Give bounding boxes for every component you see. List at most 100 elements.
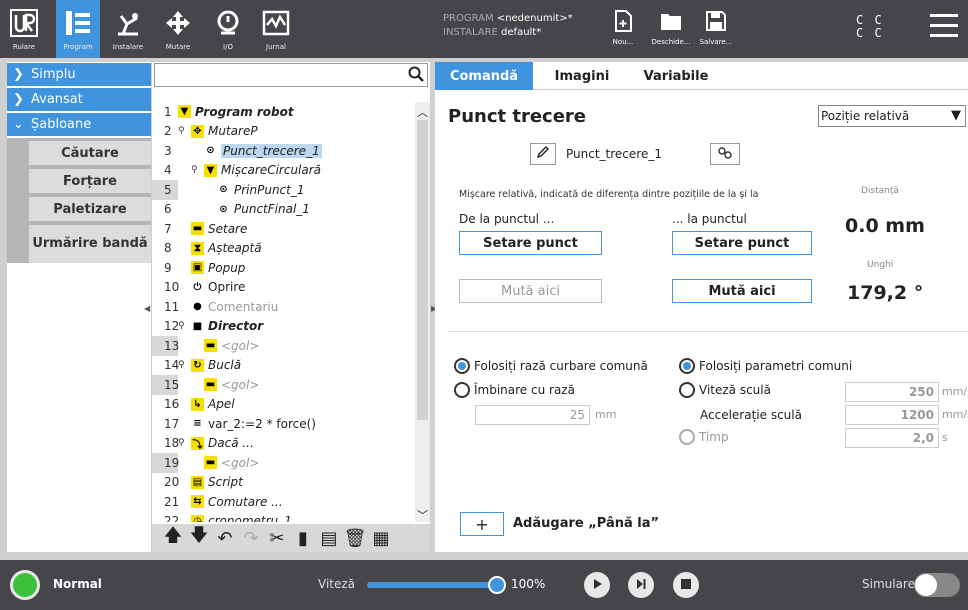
play-button[interactable]	[584, 572, 610, 598]
tree-row[interactable]: 12 ⚲ ■ Director	[152, 317, 415, 337]
tree-row[interactable]: 5 ⊙ PrinPunct_1	[152, 180, 415, 200]
template-conveyor-tracking[interactable]: Urmărire bandă	[29, 225, 151, 263]
waypoint-mode-select[interactable]: Poziție relativă ▼	[818, 105, 966, 127]
open-button[interactable]: Deschide...	[648, 4, 694, 54]
play-icon	[591, 578, 603, 593]
cut-icon[interactable]: ✂	[264, 526, 290, 550]
category-advanced[interactable]: ❯ Avansat	[7, 88, 151, 111]
scrollbar-thumb[interactable]	[417, 120, 428, 420]
time-radio[interactable]: Timp	[679, 429, 729, 445]
search-icon[interactable]	[408, 66, 424, 86]
redo-icon[interactable]: ↷	[238, 526, 264, 550]
blend-radius-radio[interactable]: Îmbinare cu rază	[454, 382, 575, 398]
speed-slider-track[interactable]	[367, 582, 497, 588]
tree-row[interactable]: 14 ⚲ ↻ Buclă	[152, 356, 415, 376]
installation-tab[interactable]: Instalare	[106, 0, 150, 58]
tool-speed-unit: mm/s	[942, 385, 968, 398]
tree-row[interactable]: 15 ▬ <gol>	[152, 375, 415, 395]
link-waypoint-button[interactable]	[710, 143, 740, 165]
new-label: Nou...	[612, 38, 634, 46]
set-to-point-button[interactable]: Setare punct	[672, 231, 812, 255]
assignment-icon: ≡	[193, 418, 202, 430]
radio-label: Viteză sculă	[699, 383, 771, 397]
tree-row[interactable]: 18 ⚲ ⤵ Dacă ...	[152, 434, 415, 454]
tree-row[interactable]: 1 ▼ Program robot	[152, 102, 415, 122]
node-label: var_2:=2 * force()	[208, 416, 316, 431]
tree-row[interactable]: 11 ● Comentariu	[152, 297, 415, 317]
tree-toolbar: 🡅 🡇 ↶ ↷ ✂ ▮ ▤ 🗑 ▦	[152, 524, 430, 552]
template-force[interactable]: Forțare	[29, 169, 151, 193]
tool-accel-input[interactable]: 1200	[845, 405, 939, 425]
node-label: MișcareCirculară	[221, 163, 322, 178]
blend-shared-radio[interactable]: Folosiți rază curbare comună	[454, 358, 648, 374]
tab-graphics[interactable]: Imagini	[535, 62, 629, 90]
category-simple[interactable]: ❯ Simplu	[7, 63, 151, 86]
tree-row[interactable]: 19 ▬ <gol>	[152, 453, 415, 473]
tree-row[interactable]: 20 ▤ Script	[152, 473, 415, 493]
edit-name-button[interactable]	[530, 143, 556, 165]
delete-icon[interactable]: 🗑	[342, 526, 368, 550]
tree-search-input[interactable]	[155, 64, 395, 86]
simulation-label: Simulare	[862, 577, 915, 591]
tree-scrollbar[interactable]: ︿ ﹀	[415, 102, 430, 522]
program-tab[interactable]: Program	[56, 0, 100, 58]
tree-row[interactable]: 21 ⇆ Comutare ...	[152, 492, 415, 512]
move-down-icon[interactable]: 🡇	[186, 525, 212, 550]
move-here-from-button[interactable]: Mută aici	[459, 279, 602, 303]
tree-row[interactable]: 10 ⏻ Oprire	[152, 278, 415, 298]
time-input[interactable]: 2,0	[845, 428, 939, 448]
tree-row[interactable]: 2 ⚲ ✥ MutareP	[152, 122, 415, 142]
tree-row[interactable]: 6 ⊙ PunctFinal_1	[152, 200, 415, 220]
move-here-to-button[interactable]: Mută aici	[672, 279, 812, 303]
shared-params-radio[interactable]: Folosiți parametri comuni	[679, 358, 852, 374]
tool-accel-unit: mm/s²	[942, 408, 968, 421]
paste-icon[interactable]: ▤	[316, 526, 342, 550]
add-until-button[interactable]: +	[460, 512, 504, 536]
log-tab[interactable]: Jurnal	[254, 0, 298, 58]
category-templates[interactable]: ⌄ Șabloane	[7, 113, 151, 136]
tree-row[interactable]: 9 ▣ Popup	[152, 258, 415, 278]
tab-variables[interactable]: Variabile	[631, 62, 721, 90]
tree-row-selected[interactable]: 3 ⊙ Punct_trecere_1	[152, 141, 415, 161]
tab-command[interactable]: Comandă	[435, 62, 533, 90]
line-number: 20	[164, 475, 180, 490]
time-unit: s	[942, 431, 948, 444]
run-tab[interactable]: Rulare	[2, 0, 46, 58]
tree-row[interactable]: 4 ⚲ ▼ MișcareCirculară	[152, 161, 415, 181]
new-button[interactable]: Nou...	[600, 4, 646, 54]
tree-row[interactable]: 16 ↳ Apel	[152, 395, 415, 415]
template-palletizing[interactable]: Paletizare	[29, 197, 151, 221]
move-tab[interactable]: Mutare	[156, 0, 200, 58]
tree-row[interactable]: 13 ▬ <gol>	[152, 336, 415, 356]
node-label: Script	[208, 475, 243, 490]
io-tab[interactable]: I/O	[206, 0, 250, 58]
set-from-point-button[interactable]: Setare punct	[459, 231, 602, 255]
save-button[interactable]: Salvare...	[693, 4, 739, 54]
distance-label: Distanță	[861, 186, 899, 196]
suppress-icon[interactable]: ▦	[368, 526, 394, 550]
page-title: Punct trecere	[448, 106, 587, 127]
speed-slider-handle[interactable]	[488, 576, 506, 594]
tool-speed-radio[interactable]: Viteză sculă	[679, 382, 771, 398]
tree-row[interactable]: 22 ◷ cronometru_1	[152, 512, 415, 522]
move-up-icon[interactable]: 🡅	[160, 525, 186, 550]
stop-button[interactable]	[673, 572, 699, 598]
step-button[interactable]	[628, 572, 654, 598]
wait-icon: ⧗	[191, 241, 204, 255]
tree-row[interactable]: 8 ⧗ Așteaptă	[152, 239, 415, 259]
hamburger-menu-icon[interactable]	[930, 14, 958, 40]
copy-icon[interactable]: ▮	[290, 526, 316, 550]
scroll-down-icon[interactable]: ﹀	[416, 507, 429, 522]
undo-icon[interactable]: ↶	[212, 526, 238, 550]
tool-speed-input[interactable]: 250	[845, 382, 939, 402]
blend-radius-input[interactable]: 25	[475, 405, 590, 425]
tree-row[interactable]: 17 ≡ var_2:=2 * force()	[152, 414, 415, 434]
robot-status-led[interactable]	[10, 570, 40, 600]
template-search[interactable]: Căutare	[29, 141, 151, 165]
scroll-up-icon[interactable]: ︿	[416, 104, 429, 119]
halt-icon: ⏻	[193, 281, 202, 293]
tab-label: I/O	[223, 43, 233, 51]
simulation-toggle[interactable]	[914, 573, 960, 597]
collapse-left-icon[interactable]: ◀	[144, 304, 153, 313]
tree-row[interactable]: 7 ▬ Setare	[152, 219, 415, 239]
